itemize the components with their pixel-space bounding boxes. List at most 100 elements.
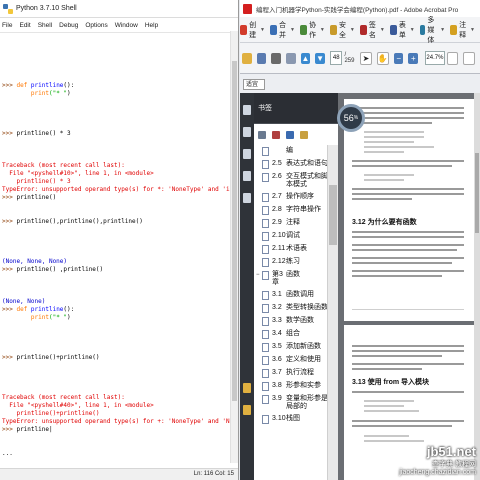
bookmark-item[interactable]: 3.6 定义和使用 (254, 354, 328, 367)
options-icon[interactable] (258, 131, 266, 139)
bookmark-number: 3.6 (272, 356, 282, 363)
shell-scrollbar-thumb[interactable] (232, 61, 237, 401)
document-scrollbar[interactable] (474, 93, 480, 480)
bookmark-page-icon (262, 245, 269, 254)
bookmark-item[interactable]: 3.7 执行流程 (254, 367, 328, 380)
page-number-input[interactable]: 48 (329, 51, 343, 65)
bookmark-item[interactable]: 2.5 表达式和语句 (254, 158, 328, 171)
view-dropdown[interactable]: 适宜 (243, 78, 265, 90)
bookmark-item[interactable]: 2.11 术语表 (254, 243, 328, 256)
menu-edit[interactable]: Edit (19, 22, 30, 29)
select-tool-icon[interactable]: ➤ (360, 51, 372, 65)
bookmark-number: 2.6 (272, 173, 282, 180)
menu-options[interactable]: Options (85, 22, 107, 29)
new-bookmark-icon[interactable] (286, 131, 294, 139)
create-button[interactable]: 创建 ▼ (240, 20, 265, 40)
bookmark-item[interactable]: 3.9 变量和形参是局部的 (254, 393, 328, 413)
security-button[interactable]: 安全 ▼ (329, 20, 355, 40)
bookmark-item[interactable]: 2.7 操作顺序 (254, 191, 328, 204)
shell-text: printline(),printline(),printline() (16, 218, 143, 225)
signatures-icon[interactable] (243, 171, 251, 181)
bookmarks-scrollbar[interactable] (327, 145, 338, 480)
menu-shell[interactable]: Shell (38, 22, 52, 29)
down-arrow-icon[interactable]: ▼ (315, 52, 325, 64)
bookmarks-scrollbar-thumb[interactable] (329, 185, 337, 245)
attachment-clip-icon[interactable] (243, 405, 251, 415)
security-label: 安全 (338, 21, 346, 39)
shell-code-area[interactable]: >>> def printline(): print("* ") >>> prin… (2, 34, 230, 460)
combine-icon (269, 24, 278, 35)
zoom-out-icon[interactable]: − (393, 52, 404, 64)
shell-text: (): (63, 82, 75, 89)
combine-button[interactable]: 合并 ▼ (269, 20, 295, 40)
page-thumbnails-icon[interactable] (243, 105, 251, 115)
bookmarks-icon[interactable] (243, 127, 251, 137)
delete-bookmark-icon[interactable] (272, 131, 280, 139)
bookmark-item[interactable]: − 第3章 函数 (254, 269, 328, 289)
multimedia-button[interactable]: 多媒体 ▼ (419, 15, 445, 45)
shell-text: ) (67, 90, 71, 97)
bookmark-item[interactable]: 3.10 栈图 (254, 413, 328, 426)
sign-icon (359, 24, 367, 35)
bookmark-item[interactable]: 2.12 练习 (254, 256, 328, 269)
bookmark-item[interactable]: 2.9 注释 (254, 217, 328, 230)
zoom-level-input[interactable]: 24.7% (425, 51, 445, 65)
bookmark-page-icon (262, 356, 269, 365)
shell-status-bar: Ln: 116 Col: 15 (0, 468, 238, 480)
bookmark-title: 编 (286, 147, 293, 154)
shell-text: printline (30, 306, 64, 313)
menu-file[interactable]: File (2, 22, 12, 29)
menu-debug[interactable]: Debug (59, 22, 78, 29)
bookmark-page-icon (262, 415, 269, 424)
bookmark-title: 表达式和语句 (286, 160, 328, 167)
create-icon (240, 24, 248, 35)
bookmark-item[interactable]: 3.4 组合 (254, 328, 328, 341)
fit-width-icon[interactable] (463, 51, 476, 65)
up-arrow-icon[interactable]: ▲ (300, 52, 311, 64)
expand-bookmark-icon[interactable] (300, 131, 308, 139)
bookmark-number: 3.7 (272, 369, 282, 376)
menu-window[interactable]: Window (115, 22, 138, 29)
bookmark-item[interactable]: 3.1 函数调用 (254, 289, 328, 302)
shell-text: (): (63, 306, 75, 313)
collaborate-button[interactable]: 协作 ▼ (299, 20, 325, 40)
zoom-in-icon[interactable]: + (408, 52, 419, 64)
document-view[interactable]: 3.12 为什么要有函数 3.13 使用 from 导入模块 (338, 93, 480, 480)
email-icon[interactable] (285, 52, 296, 64)
shell-line: >>> printline() ,printline() (2, 266, 230, 274)
bookmark-item[interactable]: 2.6 交互模式和脚本模式 (254, 171, 328, 191)
comment-button[interactable]: 注释 ▼ (450, 20, 475, 40)
sign-button[interactable]: 签名 ▼ (359, 20, 385, 40)
bookmarks-list[interactable]: 编 2.5 表达式和语句 2.6 交互模式和脚本模式 2.7 操作顺序 2.8 字符串操作 2.9… (254, 145, 328, 480)
shell-text: def (16, 306, 31, 313)
bookmark-item[interactable]: 2.8 字符串操作 (254, 204, 328, 217)
fit-page-icon[interactable] (446, 51, 459, 65)
comment-label: 注释 (459, 21, 467, 39)
hand-tool-icon[interactable]: ✋ (376, 51, 389, 65)
bookmark-page-icon (262, 343, 269, 352)
bookmark-item[interactable]: 3.3 数学函数 (254, 315, 328, 328)
shell-text: printline() * 3 (2, 178, 71, 185)
form-button[interactable]: 表单 ▼ (389, 20, 415, 40)
bookmark-item[interactable]: 3.5 添加新函数 (254, 341, 328, 354)
bookmark-number: 第3章 (272, 271, 283, 286)
bookmark-number: 2.5 (272, 160, 282, 167)
bookmark-item[interactable]: 3.2 类型转换函数 (254, 302, 328, 315)
document-scrollbar-thumb[interactable] (475, 153, 479, 233)
bookmark-item[interactable]: 编 (254, 145, 328, 158)
bookmark-item[interactable]: 2.10 调试 (254, 230, 328, 243)
layers-icon[interactable] (243, 193, 251, 203)
menu-help[interactable]: Help (145, 22, 158, 29)
bookmark-item[interactable]: 3.8 形参和实参 (254, 380, 328, 393)
bookmark-page-icon (262, 206, 269, 215)
print-icon[interactable] (271, 52, 281, 64)
comments-icon[interactable] (243, 383, 251, 393)
open-folder-icon[interactable] (242, 52, 252, 64)
shell-scrollbar[interactable] (230, 31, 238, 463)
save-icon[interactable] (256, 52, 267, 64)
attachments-icon[interactable] (243, 149, 251, 159)
